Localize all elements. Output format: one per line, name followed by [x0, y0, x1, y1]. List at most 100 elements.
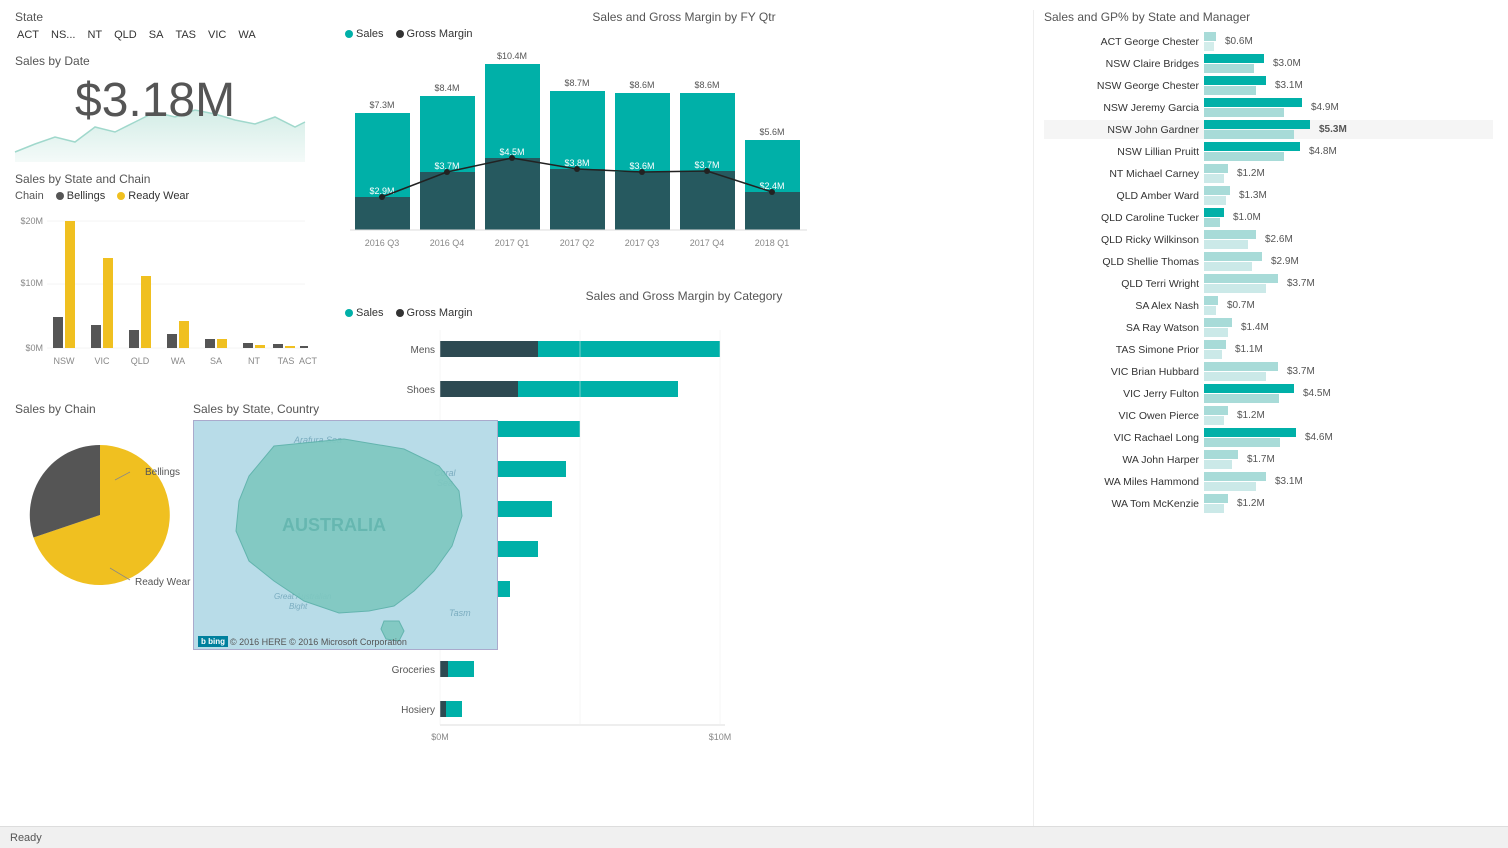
- bar-light[interactable]: [1204, 86, 1256, 95]
- bar-light[interactable]: [1204, 296, 1218, 305]
- state-pill-qld[interactable]: QLD: [112, 28, 139, 42]
- hbar-mens-gm[interactable]: [440, 341, 538, 357]
- bar-light2[interactable]: [1204, 284, 1266, 293]
- bar-light2[interactable]: [1204, 42, 1214, 51]
- bar-value: $2.6M: [1265, 234, 1293, 245]
- bar-nsw-bellings[interactable]: [53, 317, 63, 348]
- bar-gm-2017q4[interactable]: [680, 171, 735, 230]
- bar-gm-2017q2[interactable]: [550, 169, 605, 230]
- bar-light[interactable]: [1204, 152, 1284, 161]
- hbar-hosiery-gm[interactable]: [440, 701, 446, 717]
- gm-dot-q4-17: [704, 168, 710, 174]
- manager-bars: [1204, 208, 1224, 227]
- bar-light[interactable]: [1204, 318, 1232, 327]
- bar-light[interactable]: [1204, 186, 1230, 195]
- manager-row-vic-rachael: VIC Rachael Long $4.6M: [1044, 428, 1493, 447]
- bar-light[interactable]: [1204, 494, 1228, 503]
- fy-sales-label: Sales: [356, 28, 384, 40]
- bar-light2[interactable]: [1204, 416, 1224, 425]
- manager-bars: [1204, 296, 1218, 315]
- state-pill-tas[interactable]: TAS: [173, 28, 198, 42]
- state-pill-nt[interactable]: NT: [85, 28, 104, 42]
- bar-teal[interactable]: [1204, 98, 1302, 107]
- bar-act-bellings[interactable]: [300, 346, 308, 348]
- bar-light[interactable]: [1204, 394, 1279, 403]
- bar-gm-2017q1[interactable]: [485, 158, 540, 230]
- bar-light[interactable]: [1204, 450, 1238, 459]
- bar-vic-readywear[interactable]: [103, 258, 113, 348]
- manager-name: VIC Brian Hubbard: [1044, 366, 1199, 378]
- bar-sa-bellings[interactable]: [205, 339, 215, 348]
- bar-qld-bellings[interactable]: [129, 330, 139, 348]
- bar-gm-2016q4[interactable]: [420, 172, 475, 230]
- bar-light2[interactable]: [1204, 328, 1228, 337]
- bar-light[interactable]: [1204, 64, 1254, 73]
- manager-row-wa-miles: WA Miles Hammond $3.1M: [1044, 472, 1493, 491]
- bar-qld-readywear[interactable]: [141, 276, 151, 348]
- sales-date-title: Sales by Date: [15, 54, 325, 68]
- bar-value: $3.0M: [1273, 58, 1301, 69]
- bar-light[interactable]: [1204, 164, 1228, 173]
- bar-light[interactable]: [1204, 252, 1262, 261]
- bar-light2[interactable]: [1204, 306, 1216, 315]
- bar-gm-2017q3[interactable]: [615, 172, 670, 230]
- bar-light[interactable]: [1204, 406, 1228, 415]
- svg-text:2017 Q1: 2017 Q1: [495, 238, 530, 248]
- manager-name: TAS Simone Prior: [1044, 344, 1199, 356]
- bar-teal[interactable]: [1204, 120, 1310, 129]
- bar-teal[interactable]: [1204, 384, 1294, 393]
- bar-light2[interactable]: [1204, 350, 1222, 359]
- hbar-groceries-gm[interactable]: [440, 661, 448, 677]
- svg-text:2017 Q4: 2017 Q4: [690, 238, 725, 248]
- state-pill-act[interactable]: ACT: [15, 28, 41, 42]
- bar-light[interactable]: [1204, 32, 1216, 41]
- bar-wa-bellings[interactable]: [167, 334, 177, 348]
- bar-light2[interactable]: [1204, 504, 1224, 513]
- bar-sa-readywear[interactable]: [217, 339, 227, 348]
- manager-name: QLD Shellie Thomas: [1044, 256, 1199, 268]
- bar-vic-bellings[interactable]: [91, 325, 101, 348]
- bar-tas-readywear[interactable]: [285, 346, 295, 348]
- bar-nt-bellings[interactable]: [243, 343, 253, 348]
- fy-gm-legend: Gross Margin: [396, 28, 473, 40]
- bar-wa-readywear[interactable]: [179, 321, 189, 348]
- state-pill-vic[interactable]: VIC: [206, 28, 228, 42]
- bar-light[interactable]: [1204, 438, 1280, 447]
- bar-light[interactable]: [1204, 218, 1220, 227]
- bar-light[interactable]: [1204, 230, 1256, 239]
- bar-nsw-readywear[interactable]: [65, 221, 75, 348]
- manager-name: NSW John Gardner: [1044, 124, 1199, 136]
- gm-dot-q4-16: [444, 169, 450, 175]
- bar-light[interactable]: [1204, 472, 1266, 481]
- bar-teal[interactable]: [1204, 428, 1296, 437]
- hbar-shoes-gm[interactable]: [440, 381, 518, 397]
- state-pill-ns[interactable]: NS...: [49, 28, 77, 42]
- svg-text:$8.6M: $8.6M: [629, 80, 654, 90]
- bar-teal[interactable]: [1204, 142, 1300, 151]
- bar-tas-bellings[interactable]: [273, 344, 283, 348]
- bar-nt-readywear[interactable]: [255, 345, 265, 348]
- bar-light2[interactable]: [1204, 174, 1224, 183]
- bar-gm-2018q1[interactable]: [745, 192, 800, 230]
- svg-text:2017 Q2: 2017 Q2: [560, 238, 595, 248]
- bar-light2[interactable]: [1204, 196, 1226, 205]
- svg-text:NSW: NSW: [54, 356, 76, 366]
- bar-teal[interactable]: [1204, 54, 1264, 63]
- bar-light2[interactable]: [1204, 460, 1232, 469]
- map-container: Coral Sea Arafura Sea Great Australian B…: [193, 420, 498, 650]
- bar-teal[interactable]: [1204, 208, 1224, 217]
- bar-light[interactable]: [1204, 130, 1294, 139]
- state-pill-wa[interactable]: WA: [236, 28, 257, 42]
- bar-light[interactable]: [1204, 108, 1284, 117]
- bar-light[interactable]: [1204, 274, 1278, 283]
- bar-light2[interactable]: [1204, 372, 1266, 381]
- bar-teal[interactable]: [1204, 76, 1266, 85]
- bar-value: $1.7M: [1247, 454, 1275, 465]
- state-pill-sa[interactable]: SA: [147, 28, 166, 42]
- bar-light[interactable]: [1204, 362, 1278, 371]
- bar-light[interactable]: [1204, 340, 1226, 349]
- bar-light2[interactable]: [1204, 240, 1248, 249]
- bar-gm-2016q3[interactable]: [355, 197, 410, 230]
- bar-light2[interactable]: [1204, 262, 1252, 271]
- bar-light2[interactable]: [1204, 482, 1256, 491]
